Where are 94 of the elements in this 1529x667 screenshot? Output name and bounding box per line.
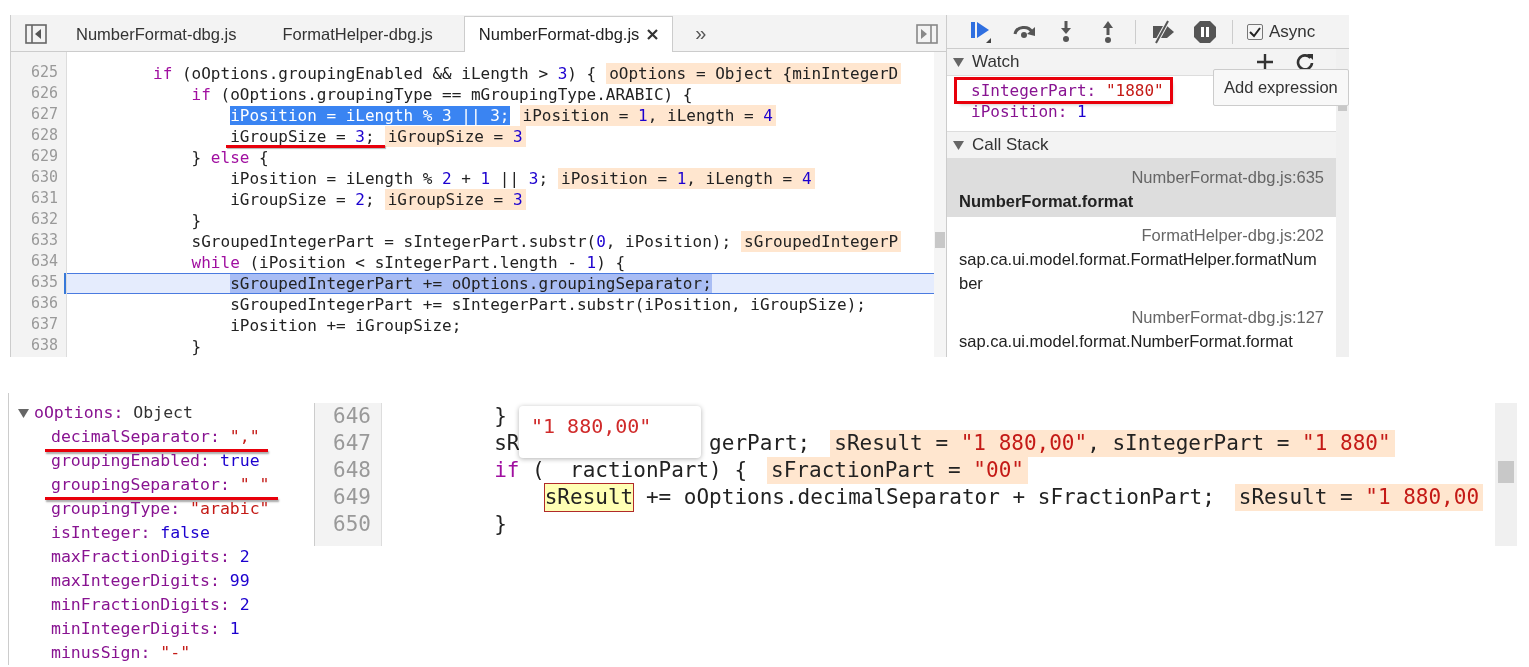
line-number[interactable]: 628 bbox=[11, 126, 66, 147]
watch-expression[interactable]: iPosition: 1 bbox=[971, 101, 1087, 122]
line-number[interactable]: 647 bbox=[315, 430, 381, 457]
value-tooltip: "1 880,00" bbox=[519, 406, 702, 458]
call-stack-frame[interactable]: FormatHelper-dbg.js:202 sap.ca.ui.model.format.FormatHelper.formatNumber bbox=[947, 217, 1336, 299]
line-number[interactable]: 650 bbox=[315, 511, 381, 538]
call-stack-frame[interactable]: NumberFormat-dbg.js:635 NumberFormat.format bbox=[947, 159, 1336, 217]
property: maxFractionDigits: 2 bbox=[51, 547, 250, 566]
call-stack-frame[interactable]: NumberFormat-dbg.js:127 sap.ca.ui.model.format.NumberFormat.format bbox=[947, 299, 1336, 357]
line-number[interactable]: 636 bbox=[11, 294, 66, 315]
inline-value: iGroupSize = 3 bbox=[384, 126, 526, 147]
pause-icon[interactable] bbox=[1192, 18, 1218, 45]
expand-arrow-icon[interactable] bbox=[18, 408, 29, 418]
code-text: } bbox=[494, 403, 507, 430]
code-text: } bbox=[494, 511, 507, 538]
call-stack-title[interactable]: Call Stack bbox=[972, 135, 1049, 155]
line-number[interactable]: 648 bbox=[315, 457, 381, 484]
code-text: ractionPart) { bbox=[570, 457, 748, 484]
inline-value: iPosition = 1, iLength = 4 bbox=[558, 168, 815, 189]
inline-value: sResult = "1 880,00", sIntegerPart = "1 880" bbox=[830, 430, 1395, 457]
file-tab[interactable]: NumberFormat-dbg.js bbox=[61, 16, 252, 51]
line-number[interactable]: 649 bbox=[315, 484, 381, 511]
refresh-icon[interactable] bbox=[1296, 53, 1314, 71]
code-text: } bbox=[191, 211, 202, 230]
line-number[interactable]: 638 bbox=[11, 336, 66, 357]
line-number[interactable]: 625 bbox=[11, 63, 66, 84]
file-tab[interactable]: FormatHelper-dbg.js bbox=[267, 16, 448, 51]
inline-value: sFractionPart = "00" bbox=[767, 457, 1028, 484]
line-number[interactable]: 633 bbox=[11, 231, 66, 252]
code-text: sGroupedIntegerPart = sIntegerPart.substr(0, iPosition); bbox=[191, 232, 732, 251]
code-text: iGroupSize = 3; bbox=[230, 127, 375, 146]
code-text: if ( bbox=[494, 457, 545, 484]
inline-value: iPosition = 1, iLength = 4 bbox=[519, 105, 776, 126]
line-number[interactable]: 629 bbox=[11, 147, 66, 168]
code-text: sR bbox=[494, 430, 520, 457]
code-text: += oOptions.decimalSeparator + sFractionPart; bbox=[644, 484, 1215, 511]
line-number[interactable]: 626 bbox=[11, 84, 66, 105]
property: groupingType: "arabic" bbox=[51, 499, 270, 518]
frame-function: sap.ca.ui.model.format.NumberFormat.format bbox=[959, 331, 1294, 352]
scrollbar-thumb[interactable] bbox=[1498, 461, 1514, 483]
expand-arrow-icon[interactable] bbox=[953, 57, 964, 67]
line-number[interactable]: 631 bbox=[11, 189, 66, 210]
line-number[interactable]: 632 bbox=[11, 210, 66, 231]
close-icon[interactable] bbox=[647, 29, 659, 40]
property: maxIntegerDigits: 99 bbox=[51, 571, 250, 590]
more-tabs-button[interactable]: » bbox=[689, 16, 713, 51]
line-number[interactable]: 627 bbox=[11, 105, 66, 126]
code-text: } else { bbox=[191, 148, 269, 167]
tooltip: Add expression bbox=[1213, 69, 1349, 106]
frame-function: sap.ca.ui.model.format.FormatHelper.formatNumber bbox=[959, 249, 1318, 294]
line-number[interactable]: 634 bbox=[11, 252, 66, 273]
property: minIntegerDigits: 1 bbox=[51, 619, 240, 638]
async-label[interactable]: Async bbox=[1269, 21, 1316, 42]
breakpoint-slash-icon[interactable] bbox=[1150, 18, 1176, 45]
watch-title[interactable]: Watch bbox=[972, 52, 1020, 72]
frame-location: FormatHelper-dbg.js:202 bbox=[1140, 225, 1324, 246]
property: groupingEnabled: true bbox=[51, 451, 260, 470]
code-text: iPosition += iGroupSize; bbox=[230, 316, 462, 335]
frame-location: NumberFormat-dbg.js:635 bbox=[1130, 167, 1324, 188]
inline-value: sResult = "1 880,00 bbox=[1234, 484, 1484, 511]
property: minusSign: "-" bbox=[51, 643, 191, 662]
scrollbar-thumb[interactable] bbox=[935, 232, 945, 248]
code-text: if (oOptions.groupingType == mGroupingType.ARABIC) { bbox=[191, 85, 693, 104]
line-number[interactable]: 635 bbox=[11, 273, 66, 294]
async-checkbox[interactable] bbox=[1247, 23, 1263, 40]
code-text: while (iPosition < sIntegerPart.length - 1) { bbox=[191, 253, 626, 272]
code-text: sGroupedIntegerPart += sIntegerPart.substr(iPosition, iGroupSize); bbox=[230, 295, 866, 314]
inline-value: sGroupedIntegerP bbox=[741, 231, 902, 252]
inline-value: oOptions = Object {minIntegerD bbox=[606, 63, 902, 84]
code-text: } bbox=[191, 337, 202, 356]
sidebar-toggle-icon[interactable] bbox=[916, 23, 938, 44]
line-number[interactable]: 637 bbox=[11, 315, 66, 336]
code-text: iGroupSize = 2; bbox=[230, 190, 375, 209]
frame-function: NumberFormat.format bbox=[959, 191, 1135, 212]
code-text: if (oOptions.groupingEnabled && iLength > 3) { bbox=[153, 64, 597, 83]
add-icon[interactable] bbox=[1256, 53, 1274, 71]
property: minFractionDigits: 2 bbox=[51, 595, 250, 614]
object-name[interactable]: oOptions: Object bbox=[34, 401, 193, 425]
property: isInteger: false bbox=[51, 523, 210, 542]
code-text: gerPart; bbox=[709, 430, 811, 457]
property: groupingSeparator: " " bbox=[51, 475, 270, 494]
inline-value: iGroupSize = 3 bbox=[384, 189, 526, 210]
expand-arrow-icon[interactable] bbox=[953, 140, 964, 150]
code-text: iPosition = iLength % 2 + 1 || 3; bbox=[230, 169, 549, 188]
hovered-variable[interactable]: sResult bbox=[544, 484, 634, 511]
sidebar-toggle-icon[interactable] bbox=[25, 23, 47, 44]
code-text: iPosition = iLength % 3 || 3; bbox=[230, 106, 510, 125]
file-tab[interactable]: NumberFormat-dbg.js bbox=[463, 16, 674, 52]
line-number[interactable]: 646 bbox=[315, 403, 381, 430]
watch-expression[interactable]: sIntegerPart: "1880" bbox=[971, 80, 1164, 101]
code-text: sGroupedIntegerPart += oOptions.groupingSeparator; bbox=[230, 274, 712, 293]
line-number[interactable]: 630 bbox=[11, 168, 66, 189]
frame-location: NumberFormat-dbg.js:127 bbox=[1130, 307, 1324, 328]
property: decimalSeparator: "," bbox=[51, 427, 260, 446]
